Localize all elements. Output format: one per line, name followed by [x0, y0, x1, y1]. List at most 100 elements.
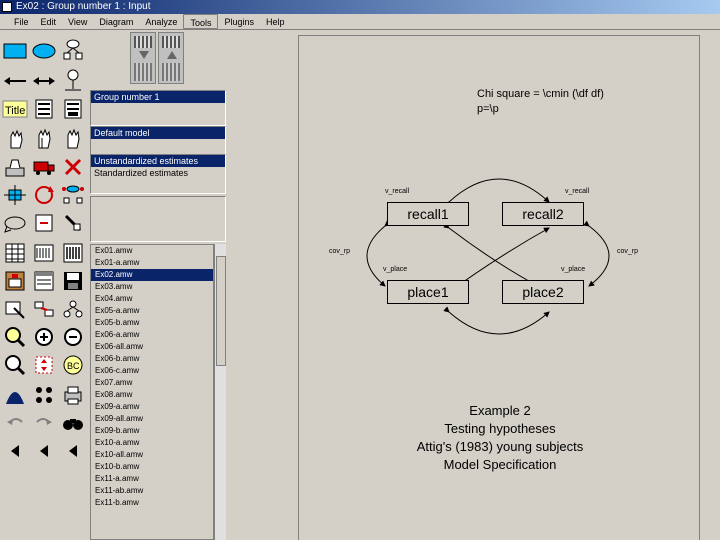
- file-item-selected[interactable]: Ex02.amw: [91, 269, 213, 281]
- list-variables-model-icon[interactable]: [31, 96, 57, 122]
- draw-latent-indicator-icon[interactable]: [60, 38, 86, 64]
- file-list-scrollbar[interactable]: [214, 244, 226, 540]
- nav-left-icon[interactable]: [2, 438, 28, 464]
- recall1-box[interactable]: recall1: [387, 202, 469, 226]
- erase-icon[interactable]: [60, 154, 86, 180]
- arc-place-bottom: [443, 306, 550, 335]
- v-place-left-label: v_place: [383, 266, 408, 273]
- zoom-out-icon[interactable]: [31, 324, 57, 350]
- menu-help[interactable]: Help: [260, 14, 291, 29]
- touch-up-icon[interactable]: [60, 210, 86, 236]
- file-item[interactable]: Ex11-a.amw: [91, 473, 213, 485]
- select-all-icon[interactable]: [31, 126, 57, 152]
- file-item[interactable]: Ex09-b.amw: [91, 425, 213, 437]
- svg-text:Title: Title: [5, 105, 25, 117]
- menu-diagram[interactable]: Diagram: [93, 14, 139, 29]
- draw-covariance-icon[interactable]: [31, 68, 57, 94]
- redo-icon[interactable]: [31, 410, 57, 436]
- menu-tools[interactable]: Tools: [183, 14, 219, 29]
- svg-text:BC: BC: [67, 361, 80, 371]
- file-item[interactable]: Ex10-b.amw: [91, 461, 213, 473]
- save-icon[interactable]: [60, 268, 86, 294]
- menu-plugins[interactable]: Plugins: [218, 14, 260, 29]
- draw-path-icon[interactable]: [2, 68, 28, 94]
- file-item[interactable]: Ex10-a.amw: [91, 437, 213, 449]
- file-item[interactable]: Ex06-a.amw: [91, 329, 213, 341]
- menu-view[interactable]: View: [62, 14, 93, 29]
- nav-left3-icon[interactable]: [60, 438, 86, 464]
- file-item[interactable]: Ex11-ab.amw: [91, 485, 213, 497]
- deselect-all-icon[interactable]: [60, 126, 86, 152]
- draw-unobserved-icon[interactable]: [31, 38, 57, 64]
- file-item[interactable]: Ex10-all.amw: [91, 449, 213, 461]
- arc-right: [583, 220, 610, 287]
- select-one-icon[interactable]: [2, 126, 28, 152]
- output-grid-icon: [162, 63, 180, 81]
- diagram-canvas[interactable]: Chi square = \cmin (\df df) p=\p recall1…: [228, 30, 720, 540]
- copy-diagram-icon[interactable]: [31, 268, 57, 294]
- move-parameters-icon[interactable]: [2, 210, 28, 236]
- arrow-up-icon: [167, 51, 177, 59]
- view-output-button[interactable]: [158, 32, 184, 84]
- scrollbar-thumb[interactable]: [216, 256, 226, 366]
- estimate-standardized[interactable]: Standardized estimates: [91, 167, 225, 179]
- zoom-page-icon[interactable]: [60, 324, 86, 350]
- zoom-in-icon[interactable]: [2, 324, 28, 350]
- menu-analyze[interactable]: Analyze: [139, 14, 183, 29]
- move-icon[interactable]: [31, 154, 57, 180]
- cov-rp-left-label: cov_rp: [329, 248, 351, 255]
- file-item[interactable]: Ex05-a.amw: [91, 305, 213, 317]
- app-icon: [2, 2, 12, 12]
- draw-observed-icon[interactable]: [2, 38, 28, 64]
- caption-line-1: Example 2: [469, 403, 531, 418]
- bootstrap-icon[interactable]: [31, 382, 57, 408]
- file-item[interactable]: Ex06-b.amw: [91, 353, 213, 365]
- data-files-icon[interactable]: [2, 240, 28, 266]
- show-page-icon[interactable]: [2, 352, 28, 378]
- object-properties-icon[interactable]: [2, 296, 28, 322]
- view-input-button[interactable]: [130, 32, 156, 84]
- file-item[interactable]: Ex06-all.amw: [91, 341, 213, 353]
- file-item[interactable]: Ex01.amw: [91, 245, 213, 257]
- scroll-icon[interactable]: [31, 210, 57, 236]
- estimate-unstandardized[interactable]: Unstandardized estimates: [91, 155, 225, 167]
- file-item[interactable]: Ex01-a.amw: [91, 257, 213, 269]
- reflect-icon[interactable]: [60, 182, 86, 208]
- calculate-estimates-icon[interactable]: [60, 240, 86, 266]
- place2-box[interactable]: place2: [502, 280, 584, 304]
- drag-properties-icon[interactable]: [31, 296, 57, 322]
- list-variables-dataset-icon[interactable]: [60, 96, 86, 122]
- file-item[interactable]: Ex06-c.amw: [91, 365, 213, 377]
- bayesian-icon[interactable]: BC: [60, 352, 86, 378]
- nav-left2-icon[interactable]: [31, 438, 57, 464]
- undo-icon[interactable]: [2, 410, 28, 436]
- file-item[interactable]: Ex05-b.amw: [91, 317, 213, 329]
- model-item[interactable]: Default model: [91, 127, 225, 139]
- file-item[interactable]: Ex11-b.amw: [91, 497, 213, 509]
- group-item[interactable]: Group number 1: [91, 91, 225, 103]
- title-icon[interactable]: Title: [2, 96, 28, 122]
- file-item[interactable]: Ex03.amw: [91, 281, 213, 293]
- unique-variable-icon[interactable]: [60, 68, 86, 94]
- view-text-icon[interactable]: [2, 268, 28, 294]
- recall2-box[interactable]: recall2: [502, 202, 584, 226]
- window-title: Ex02 : Group number 1 : Input: [16, 1, 151, 12]
- file-item[interactable]: Ex04.amw: [91, 293, 213, 305]
- preserve-symmetries-icon[interactable]: [60, 296, 86, 322]
- degrees-freedom-icon[interactable]: [2, 382, 28, 408]
- menu-file[interactable]: File: [8, 14, 35, 29]
- place1-box[interactable]: place1: [387, 280, 469, 304]
- resize-icon[interactable]: [31, 352, 57, 378]
- print-icon[interactable]: [60, 382, 86, 408]
- file-item[interactable]: Ex09-all.amw: [91, 413, 213, 425]
- duplicate-icon[interactable]: [2, 154, 28, 180]
- rotate-icon[interactable]: [31, 182, 57, 208]
- arc-recall-top: [443, 178, 550, 208]
- file-item[interactable]: Ex09-a.amw: [91, 401, 213, 413]
- search-icon[interactable]: [60, 410, 86, 436]
- file-item[interactable]: Ex07.amw: [91, 377, 213, 389]
- analysis-properties-icon[interactable]: [31, 240, 57, 266]
- file-item[interactable]: Ex08.amw: [91, 389, 213, 401]
- shape-change-icon[interactable]: [2, 182, 28, 208]
- menu-edit[interactable]: Edit: [35, 14, 63, 29]
